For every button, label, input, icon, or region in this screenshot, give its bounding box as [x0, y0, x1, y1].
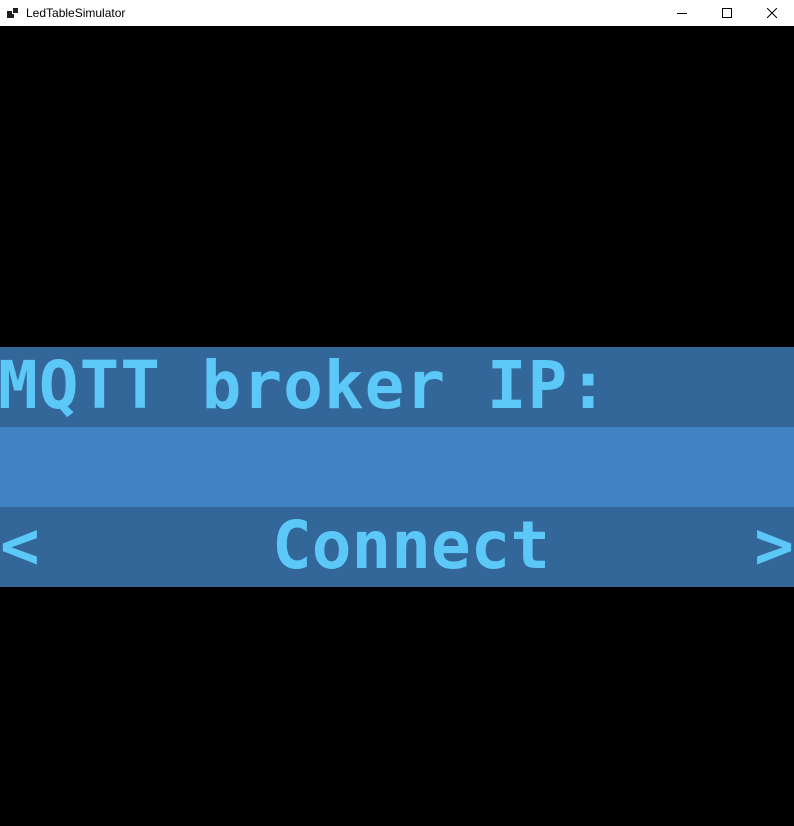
window-title: LedTableSimulator: [26, 6, 126, 20]
label-band: MQTT broker IP:: [0, 347, 794, 427]
broker-ip-input[interactable]: [0, 427, 794, 507]
next-arrow-button[interactable]: >: [754, 513, 794, 579]
led-display: MQTT broker IP: < Connect >: [0, 27, 794, 826]
maximize-icon: [721, 8, 732, 18]
minimize-icon: [676, 13, 687, 14]
connect-button[interactable]: Connect: [272, 513, 550, 579]
app-window: LedTableSimulator MQTT broker IP: < Conn…: [0, 0, 794, 826]
input-band: [0, 427, 794, 507]
broker-ip-label: MQTT broker IP:: [0, 347, 610, 424]
title-bar[interactable]: LedTableSimulator: [0, 0, 794, 26]
prev-arrow-button[interactable]: <: [0, 513, 40, 579]
window-controls: [659, 0, 794, 26]
app-icon: [7, 7, 19, 19]
close-icon: [766, 8, 777, 18]
maximize-button[interactable]: [704, 0, 749, 26]
minimize-button[interactable]: [659, 0, 704, 26]
close-button[interactable]: [749, 0, 794, 26]
nav-band: < Connect >: [0, 507, 794, 587]
